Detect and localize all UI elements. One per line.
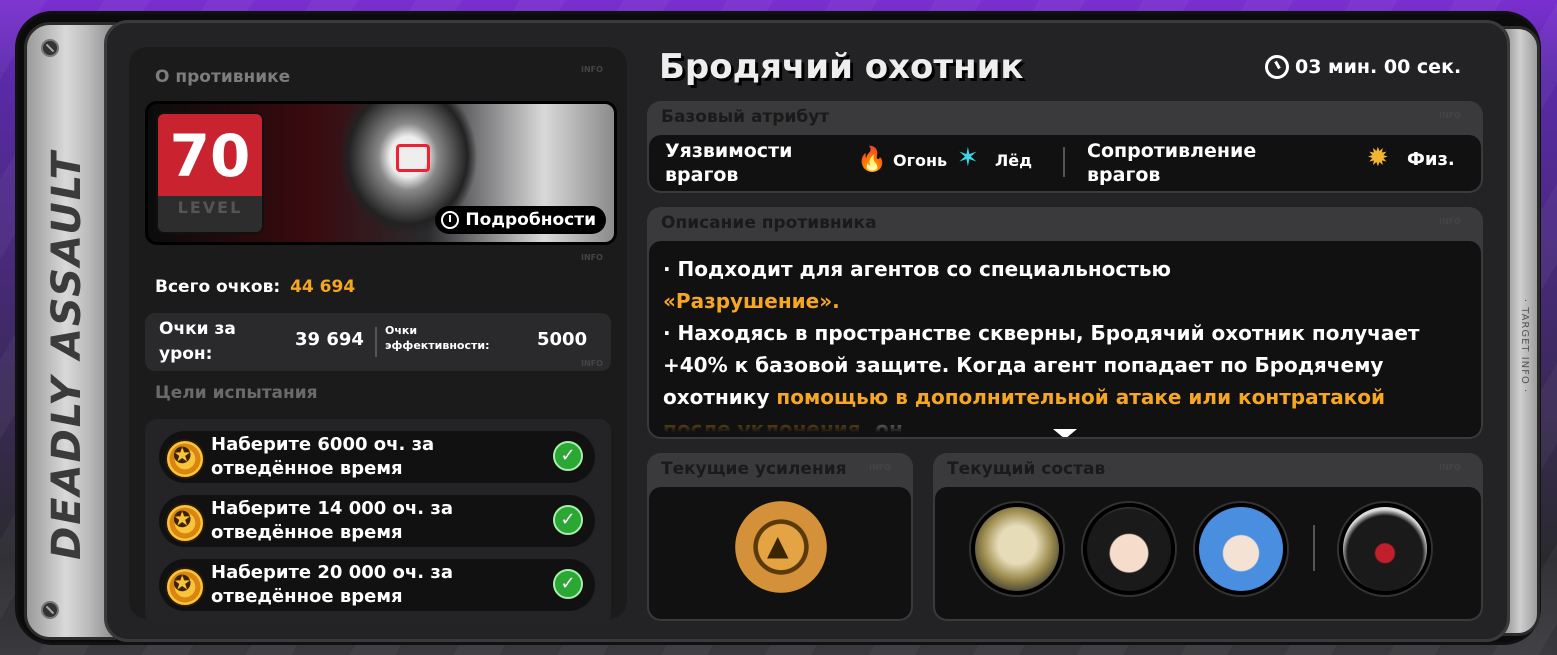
info-tag: INFO: [1439, 111, 1461, 120]
description-panel: Описание противника INFO · Подходит для …: [647, 207, 1483, 439]
goals-list: Наберите 6000 оч. за отведённое время ✓ …: [145, 419, 611, 625]
check-icon: ✓: [553, 569, 583, 599]
team-panel: Текущий состав INFO: [933, 453, 1483, 621]
section-title-description: Описание противника: [661, 213, 877, 233]
agent-avatar[interactable]: [1083, 503, 1175, 595]
description-highlight: «Разрушение».: [663, 289, 840, 313]
efficiency-score-value: 5000: [537, 329, 588, 350]
goal-item: Наберите 6000 оч. за отведённое время ✓: [159, 431, 595, 483]
buff-icon[interactable]: [735, 501, 827, 593]
check-icon: ✓: [553, 505, 583, 535]
divider: [375, 327, 377, 357]
info-tag: INFO: [581, 65, 603, 74]
enemy-info-column: О противнике INFO 70 LEVEL Подробности I…: [129, 47, 627, 625]
info-tag: INFO: [1439, 217, 1461, 226]
bangboo-avatar[interactable]: [1339, 503, 1431, 595]
timer-value: 03 мин. 00 сек.: [1295, 56, 1462, 78]
buffs-body: [649, 487, 911, 619]
attributes-body: Уязвимости врагов 🔥 Огонь ✶ Лёд Сопротив…: [649, 135, 1481, 191]
resistance-physical-label: Физ.: [1407, 149, 1455, 170]
medal-icon: [165, 439, 205, 479]
check-icon: ✓: [553, 441, 583, 471]
info-tag: INFO: [869, 463, 891, 472]
total-score-value: 44 694: [290, 277, 356, 297]
weakness-fire-label: Огонь: [893, 151, 948, 170]
details-icon: [441, 211, 460, 229]
scroll-down-icon[interactable]: [1053, 429, 1077, 437]
agent-avatar[interactable]: [1195, 503, 1287, 595]
weakness-ice-label: Лёд: [995, 151, 1033, 170]
target-info-label: · TARGET INFO ·: [1519, 298, 1530, 394]
details-button[interactable]: Подробности: [435, 206, 606, 234]
mode-title: DEADLY ASSAULT: [44, 150, 90, 560]
goal-text: Наберите 20 000 оч. за отведённое время: [211, 562, 453, 607]
goal-item: Наберите 20 000 оч. за отведённое время …: [159, 559, 595, 611]
info-tag: INFO: [581, 253, 603, 262]
main-panel: О противнике INFO 70 LEVEL Подробности I…: [104, 20, 1510, 642]
divider: [1063, 147, 1065, 177]
enemy-name: Бродячий охотник: [659, 47, 1024, 87]
description-paragraph-1: · Подходит для агентов со специальностью…: [663, 253, 1453, 317]
ice-icon: ✶: [957, 143, 979, 173]
divider: [1313, 525, 1315, 571]
fire-icon: 🔥: [857, 145, 887, 173]
timer: 03 мин. 00 сек.: [1265, 55, 1461, 79]
total-score: Всего очков: 44 694: [155, 277, 355, 297]
screw-icon: [41, 601, 59, 619]
goal-item: Наберите 14 000 оч. за отведённое время …: [159, 495, 595, 547]
section-title-attributes: Базовый атрибут: [661, 107, 830, 127]
goal-text: Наберите 6000 оч. за отведённое время: [211, 434, 435, 479]
buffs-panel: Текущие усиления INFO: [647, 453, 913, 621]
info-tag: INFO: [581, 359, 603, 368]
physical-icon: ✹: [1367, 143, 1389, 173]
damage-score-label: Очки за урон:: [159, 319, 236, 364]
details-label: Подробности: [465, 210, 596, 230]
screw-icon: [41, 39, 59, 57]
goal-text: Наберите 14 000 оч. за отведённое время: [211, 498, 453, 543]
level-badge: 70 LEVEL: [156, 112, 264, 234]
total-score-label: Всего очков:: [155, 277, 281, 297]
level-label: LEVEL: [177, 198, 243, 217]
enemy-card[interactable]: 70 LEVEL Подробности: [145, 101, 617, 245]
level-number: 70: [158, 114, 262, 196]
efficiency-score-label: Очки эффективности:: [385, 324, 490, 352]
description-body[interactable]: · Подходит для агентов со специальностью…: [649, 241, 1481, 437]
medal-icon: [165, 503, 205, 543]
weakness-label: Уязвимости врагов: [665, 140, 793, 186]
team-body: [935, 487, 1481, 619]
section-title-enemy: О противнике: [155, 67, 291, 87]
score-breakdown: Очки за урон: 39 694 Очки эффективности:…: [145, 313, 611, 371]
medal-icon: [165, 567, 205, 607]
attributes-panel: Базовый атрибут INFO Уязвимости врагов 🔥…: [647, 101, 1483, 193]
section-title-team: Текущий состав: [947, 459, 1106, 479]
clock-icon: [1265, 55, 1289, 79]
section-title-buffs: Текущие усиления: [661, 459, 847, 479]
left-side-plate: DEADLY ASSAULT: [24, 22, 116, 640]
damage-score-value: 39 694: [295, 329, 364, 350]
resistance-label: Сопротивление врагов: [1087, 140, 1257, 186]
agent-avatar[interactable]: [971, 503, 1063, 595]
enemy-portrait-detail: [396, 144, 430, 172]
section-title-goals: Цели испытания: [155, 383, 318, 403]
description-text: · Подходит для агентов со специальностью: [663, 257, 1171, 281]
info-tag: INFO: [1439, 463, 1461, 472]
